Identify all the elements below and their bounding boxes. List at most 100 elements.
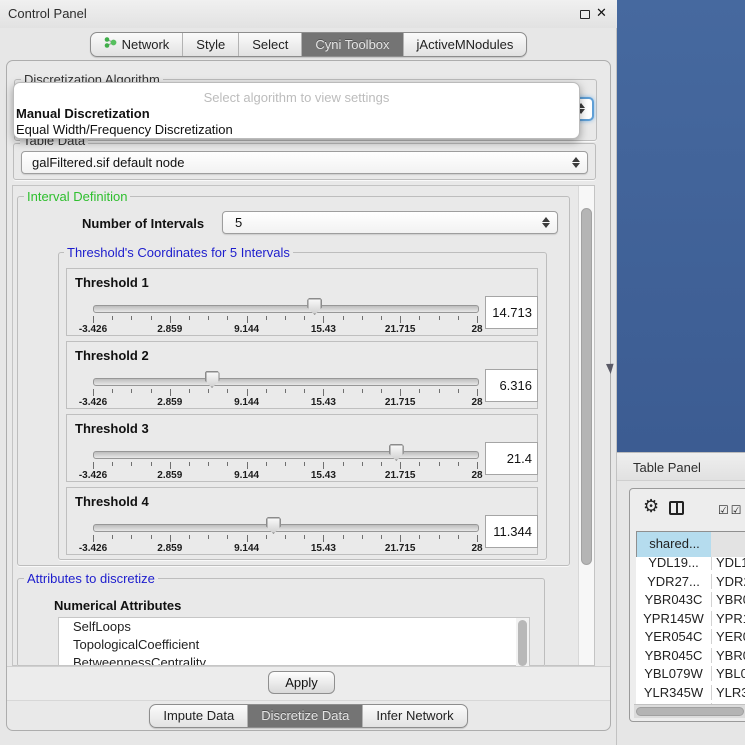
slider-tick xyxy=(247,389,248,396)
algorithm-option-manual-discretization[interactable]: Manual Discretization xyxy=(15,106,576,121)
threshold-box-3: Threshold 3-3.4262.8599.14415.4321.71528… xyxy=(66,414,538,482)
horizontal-scrollbar[interactable] xyxy=(634,704,745,718)
threshold-value-field[interactable]: 14.713 xyxy=(485,296,538,329)
apply-button[interactable]: Apply xyxy=(268,671,335,694)
table-row[interactable]: YBL079WYBL0 xyxy=(636,666,745,685)
slider-tick xyxy=(304,462,305,466)
cell-name: YBL0 xyxy=(716,666,745,681)
tab-infer-network[interactable]: Infer Network xyxy=(362,705,466,727)
attribute-item-betweennesscentrality[interactable]: BetweennessCentrality xyxy=(59,654,529,666)
num-intervals-combobox[interactable]: 5 xyxy=(222,211,558,234)
slider-tick xyxy=(151,535,152,539)
tab-discretize-data[interactable]: Discretize Data xyxy=(247,705,362,727)
threshold-value-field[interactable]: 6.316 xyxy=(485,369,538,402)
slider-tick xyxy=(170,316,171,323)
table-row[interactable]: YBR043C YBR0 xyxy=(636,592,745,611)
slider-tick xyxy=(131,535,132,539)
slider-tick xyxy=(381,462,382,466)
attribute-item-topologicalcoefficient[interactable]: TopologicalCoefficient xyxy=(59,636,529,654)
table-row[interactable]: YPR145WYPR1 xyxy=(636,611,745,630)
tick-label: 15.43 xyxy=(303,324,343,335)
combo-stepper-icon xyxy=(541,216,550,229)
numerical-attributes-list[interactable]: SelfLoopsTopologicalCoefficientBetweenne… xyxy=(58,617,530,666)
tab-label: Style xyxy=(196,37,225,52)
panel-title: Control Panel xyxy=(8,6,87,21)
tick-label: -3.426 xyxy=(73,397,113,408)
threshold-label: Threshold 1 xyxy=(75,275,149,290)
tab-cyni-toolbox[interactable]: Cyni Toolbox xyxy=(301,33,402,56)
table-row[interactable]: YER054CYER0 xyxy=(636,629,745,648)
tick-label: 15.43 xyxy=(303,470,343,481)
table-data-combobox[interactable]: galFiltered.sif default node xyxy=(21,151,588,174)
cell-name: YDL1 xyxy=(716,557,745,570)
tick-label: 9.144 xyxy=(227,324,267,335)
cell-shared-name: YBR043C xyxy=(636,592,712,607)
tab-label: Infer Network xyxy=(376,708,453,723)
slider-tick xyxy=(131,462,132,466)
float-window-icon[interactable] xyxy=(580,10,590,19)
network-icon xyxy=(104,36,117,52)
slider-tick xyxy=(400,389,401,396)
slider-tick xyxy=(247,535,248,542)
vertical-scrollbar-thumb[interactable] xyxy=(581,208,592,565)
table-row[interactable]: YLR345WYLR3 xyxy=(636,685,745,704)
slider-tick xyxy=(458,462,459,466)
slider-track[interactable] xyxy=(93,451,479,459)
slider-tick xyxy=(439,462,440,466)
slider-tick xyxy=(189,535,190,539)
tick-label: 21.715 xyxy=(380,470,420,481)
close-icon[interactable]: ✕ xyxy=(596,5,607,21)
slider-tick xyxy=(400,462,401,469)
attributes-list-scrollbar[interactable] xyxy=(516,618,529,666)
slider-tick xyxy=(93,535,94,542)
table-panel-title: Table Panel xyxy=(633,460,701,475)
slider-track[interactable] xyxy=(93,378,479,386)
slider-tick xyxy=(227,535,228,539)
slider-track[interactable] xyxy=(93,305,479,313)
tab-network[interactable]: Network xyxy=(91,33,183,56)
slider-tick xyxy=(419,389,420,393)
tick-label: 15.43 xyxy=(303,397,343,408)
columns-icon[interactable] xyxy=(669,501,684,515)
slider-tick xyxy=(112,389,113,393)
table-row[interactable]: YDL19...YDL1 xyxy=(636,557,745,574)
column-header-shared-name[interactable]: shared... xyxy=(636,531,713,559)
threshold-box-1: Threshold 1-3.4262.8599.14415.4321.71528… xyxy=(66,268,538,336)
gear-icon[interactable]: ⚙ xyxy=(643,496,659,517)
cell-name: YBR0 xyxy=(716,592,745,607)
tab-jactivemnodules[interactable]: jActiveMNodules xyxy=(403,33,527,56)
cell-name: YBR0 xyxy=(716,648,745,663)
threshold-value-field[interactable]: 21.4 xyxy=(485,442,538,475)
vertical-scrollbar[interactable] xyxy=(578,186,594,665)
slider-tick xyxy=(227,389,228,393)
tick-label: 9.144 xyxy=(227,470,267,481)
tab-label: jActiveMNodules xyxy=(417,37,514,52)
algorithm-option-equal-width-frequency-discretization[interactable]: Equal Width/Frequency Discretization xyxy=(15,122,576,137)
attribute-item-selfloops[interactable]: SelfLoops xyxy=(59,618,529,636)
tab-impute-data[interactable]: Impute Data xyxy=(150,705,247,727)
slider-track[interactable] xyxy=(93,524,479,532)
cell-name: YLR3 xyxy=(716,685,745,700)
slider-tick xyxy=(285,316,286,320)
cell-name: YDR2 xyxy=(716,574,745,589)
tab-select[interactable]: Select xyxy=(238,33,301,56)
attributes-scrollbar-thumb[interactable] xyxy=(518,620,527,666)
threshold-box-4: Threshold 4-3.4262.8599.14415.4321.71528… xyxy=(66,487,538,555)
slider-tick xyxy=(93,462,94,469)
checkbox-icons[interactable]: ☑☑ xyxy=(718,503,744,517)
numerical-attributes-label: Numerical Attributes xyxy=(54,598,181,613)
column-header-name[interactable]: n xyxy=(711,531,745,559)
table-row[interactable]: YDR27...YDR2 xyxy=(636,574,745,593)
combo-stepper-icon xyxy=(571,156,580,169)
tab-style[interactable]: Style xyxy=(182,33,238,56)
tick-label: -3.426 xyxy=(73,543,113,554)
threshold-label: Threshold 4 xyxy=(75,494,149,509)
horizontal-scrollbar-thumb[interactable] xyxy=(636,707,744,716)
slider-tick xyxy=(323,389,324,396)
slider-tick xyxy=(419,462,420,466)
control-panel-titlebar: Control Panel ✕ xyxy=(0,0,617,28)
control-panel: Control Panel ✕ Network Style SelectCyni T… xyxy=(0,0,617,745)
bottom-tabs-group: Impute DataDiscretize Data Infer Network xyxy=(149,704,467,728)
threshold-value-field[interactable]: 11.344 xyxy=(485,515,538,548)
table-row[interactable]: YBR045CYBR0 xyxy=(636,648,745,667)
